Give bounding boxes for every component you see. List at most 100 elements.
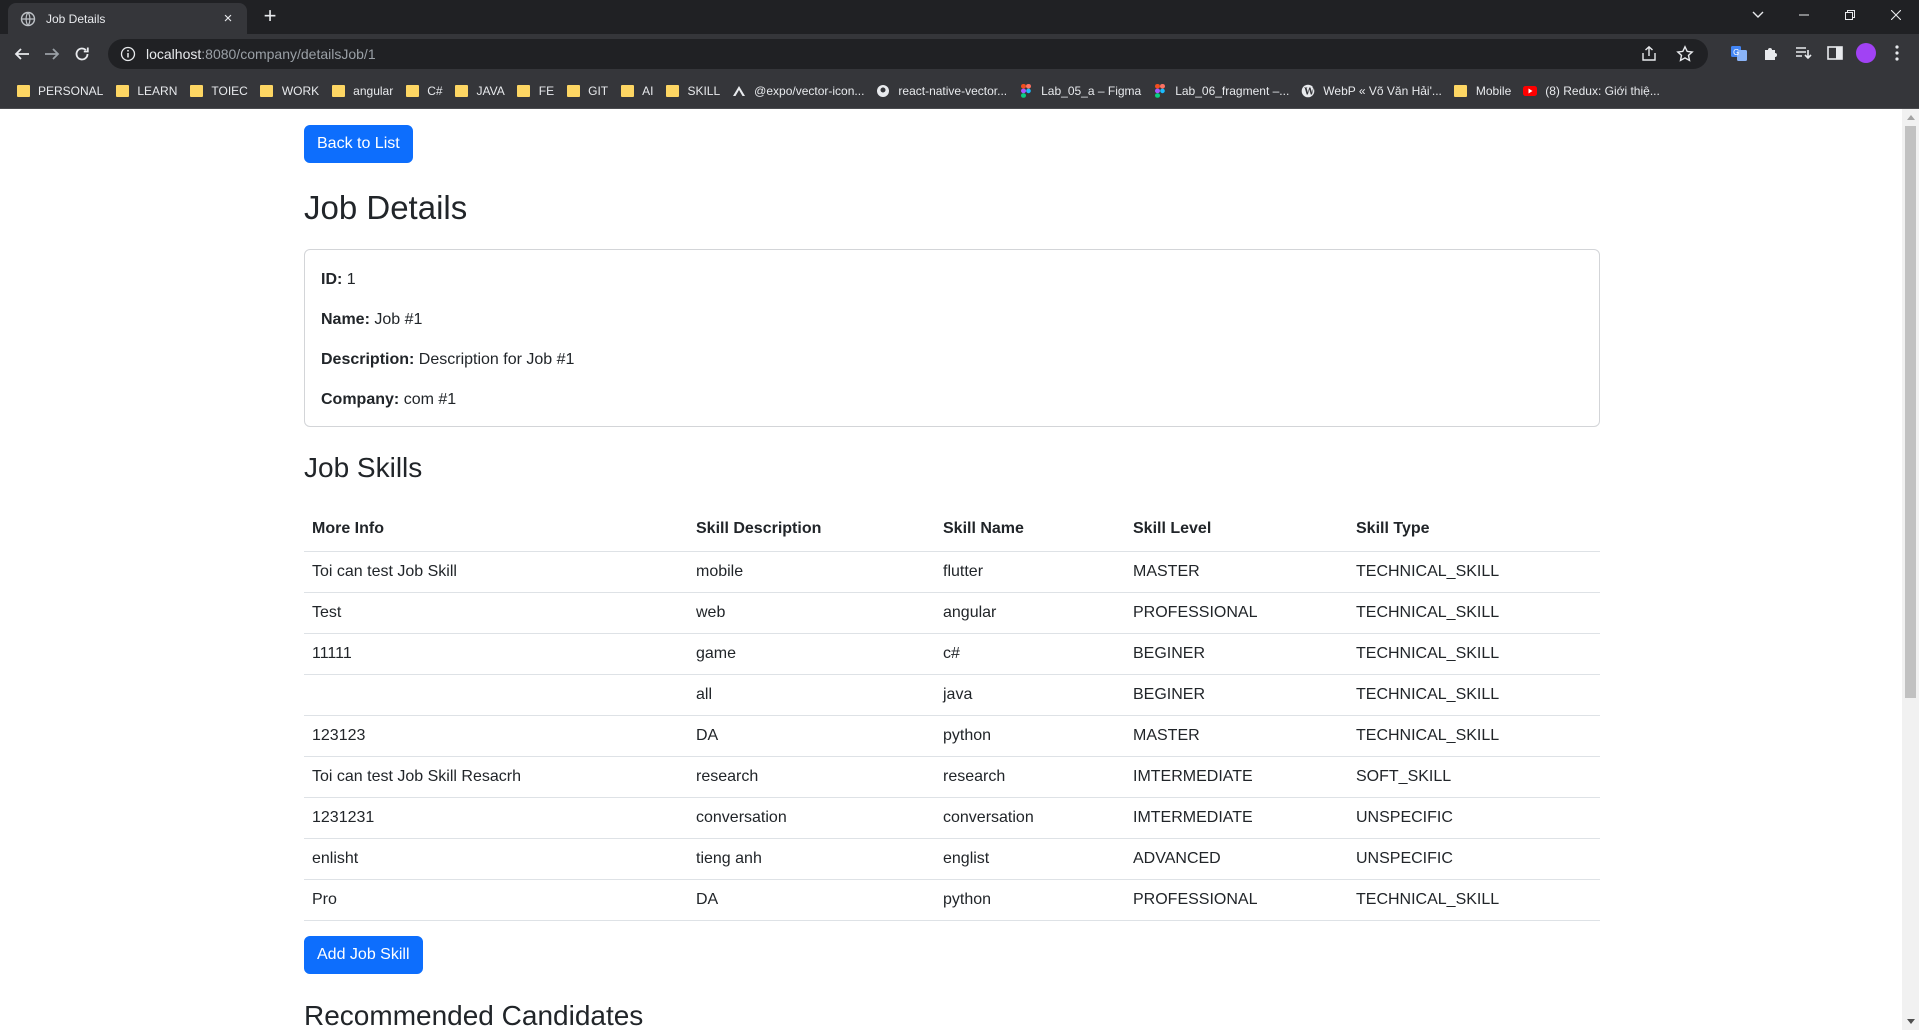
bookmark-label: WebP « Võ Văn Hải'...: [1323, 84, 1442, 98]
table-row: Pro DA python PROFESSIONAL TECHNICAL_SKILL: [304, 879, 1600, 921]
close-window-icon[interactable]: [1873, 0, 1919, 30]
bookmark-item[interactable]: Lab_06_fragment –...: [1149, 78, 1297, 104]
cell-skill-description: research: [688, 756, 935, 798]
minimize-icon[interactable]: [1781, 0, 1827, 30]
profile-avatar-icon[interactable]: [1856, 43, 1876, 63]
globe-icon: [20, 11, 36, 27]
scroll-down-arrow-icon[interactable]: [1902, 1013, 1919, 1030]
browser-tab[interactable]: Job Details ×: [8, 3, 247, 34]
scrollbar-thumb[interactable]: [1905, 126, 1916, 698]
browser-toolbar: localhost:8080/company/detailsJob/1 G: [0, 34, 1919, 74]
bookmark-item[interactable]: PERSONAL: [12, 78, 111, 104]
url-path: :8080/company/detailsJob/1: [201, 46, 376, 62]
table-row: 11111 game c# BEGINER TECHNICAL_SKILL: [304, 633, 1600, 675]
cell-more-info: 123123: [304, 715, 688, 757]
cell-more-info: Toi can test Job Skill: [304, 551, 688, 593]
cell-skill-level: IMTERMEDIATE: [1125, 756, 1348, 798]
address-bar[interactable]: localhost:8080/company/detailsJob/1: [108, 39, 1708, 69]
bookmark-item[interactable]: Mobile: [1450, 78, 1519, 104]
cell-more-info: Toi can test Job Skill Resacrh: [304, 756, 688, 798]
tab-search-icon[interactable]: [1735, 0, 1781, 30]
bookmark-item[interactable]: SKILL: [661, 78, 728, 104]
cell-skill-type: TECHNICAL_SKILL: [1348, 674, 1600, 716]
cell-skill-description: conversation: [688, 797, 935, 839]
bookmark-item[interactable]: C#: [401, 78, 450, 104]
cell-skill-type: TECHNICAL_SKILL: [1348, 551, 1600, 593]
reload-icon[interactable]: [70, 42, 94, 66]
restore-icon[interactable]: [1827, 0, 1873, 30]
cell-skill-description: DA: [688, 715, 935, 757]
bookmark-label: JAVA: [476, 84, 505, 98]
back-arrow-icon[interactable]: [10, 42, 34, 66]
folder-icon: [115, 84, 129, 98]
back-to-list-button[interactable]: Back to List: [304, 125, 413, 163]
page-scrollbar[interactable]: [1902, 109, 1919, 1030]
cell-skill-description: mobile: [688, 551, 935, 593]
folder-icon: [517, 84, 531, 98]
bookmark-label: react-native-vector...: [898, 84, 1008, 98]
folder-icon: [620, 84, 634, 98]
cell-skill-name: englist: [935, 838, 1125, 880]
bookmark-item[interactable]: LEARN: [111, 78, 185, 104]
table-header-row: More Info Skill Description Skill Name S…: [304, 507, 1600, 552]
cell-skill-type: TECHNICAL_SKILL: [1348, 715, 1600, 757]
extensions-area: G: [1728, 42, 1908, 64]
bookmark-item[interactable]: (8) Redux: Giới thiệ...: [1519, 78, 1668, 104]
cell-skill-level: BEGINER: [1125, 633, 1348, 675]
bookmark-label: PERSONAL: [38, 84, 104, 98]
new-tab-button[interactable]: +: [258, 5, 282, 29]
scroll-up-arrow-icon[interactable]: [1902, 109, 1919, 126]
side-panel-icon[interactable]: [1824, 42, 1846, 64]
bookmark-item[interactable]: W WebP « Võ Văn Hải'...: [1297, 78, 1450, 104]
recommended-candidates-heading: Recommended Candidates: [304, 1000, 644, 1030]
translate-icon[interactable]: G: [1728, 42, 1750, 64]
extensions-puzzle-icon[interactable]: [1760, 42, 1782, 64]
bookmark-item[interactable]: WORK: [256, 78, 327, 104]
forward-arrow-icon[interactable]: [40, 42, 64, 66]
cell-skill-description: DA: [688, 879, 935, 921]
reading-list-icon[interactable]: [1792, 42, 1814, 64]
add-job-skill-button[interactable]: Add Job Skill: [304, 936, 423, 974]
cell-skill-name: conversation: [935, 797, 1125, 839]
cell-skill-type: SOFT_SKILL: [1348, 756, 1600, 798]
detail-description-value: Description for Job #1: [418, 351, 575, 368]
figma-icon: [1019, 84, 1033, 98]
folder-icon: [566, 84, 580, 98]
detail-id-value: 1: [346, 271, 356, 288]
job-skills-table: More Info Skill Description Skill Name S…: [304, 507, 1600, 921]
bookmark-item[interactable]: GIT: [562, 78, 616, 104]
folder-icon: [455, 84, 469, 98]
bookmark-label: WORK: [281, 84, 320, 98]
share-icon[interactable]: [1640, 45, 1658, 63]
job-details-card: ID: 1 Name: Job #1 Description: Descript…: [304, 249, 1600, 427]
window-controls: [1735, 0, 1919, 30]
page-title: Job Details: [304, 189, 468, 226]
bookmark-item[interactable]: TOIEC: [185, 78, 255, 104]
menu-kebab-icon[interactable]: [1886, 42, 1908, 64]
bookmark-item[interactable]: @expo/vector-icon...: [728, 78, 872, 104]
bookmark-star-icon[interactable]: [1676, 45, 1694, 63]
cell-skill-level: PROFESSIONAL: [1125, 592, 1348, 634]
tab-close-icon[interactable]: ×: [219, 10, 237, 28]
cell-skill-type: TECHNICAL_SKILL: [1348, 592, 1600, 634]
bookmark-item[interactable]: react-native-vector...: [872, 78, 1015, 104]
bookmark-item[interactable]: FE: [513, 78, 562, 104]
svg-text:G: G: [1733, 48, 1739, 57]
detail-company: Company: com #1: [321, 391, 457, 408]
cell-skill-name: java: [935, 674, 1125, 716]
bookmark-item[interactable]: AI: [616, 78, 661, 104]
column-header-more-info: More Info: [304, 507, 688, 552]
bookmark-item[interactable]: angular: [327, 78, 401, 104]
bookmark-label: Mobile: [1475, 84, 1512, 98]
bookmark-item[interactable]: Lab_05_a – Figma: [1015, 78, 1149, 104]
table-row: Toi can test Job Skill mobile flutter MASTE…: [304, 551, 1600, 593]
cell-skill-level: ADVANCED: [1125, 838, 1348, 880]
bookmark-label: (8) Redux: Giới thiệ...: [1545, 84, 1660, 98]
site-info-icon[interactable]: [120, 46, 136, 62]
cell-skill-name: research: [935, 756, 1125, 798]
column-header-skill-description: Skill Description: [688, 507, 935, 552]
url-host: localhost: [146, 46, 202, 62]
cell-skill-type: UNSPECIFIC: [1348, 838, 1600, 880]
bookmark-item[interactable]: JAVA: [451, 78, 513, 104]
table-row: 123123 DA python MASTER TECHNICAL_SKILL: [304, 715, 1600, 757]
